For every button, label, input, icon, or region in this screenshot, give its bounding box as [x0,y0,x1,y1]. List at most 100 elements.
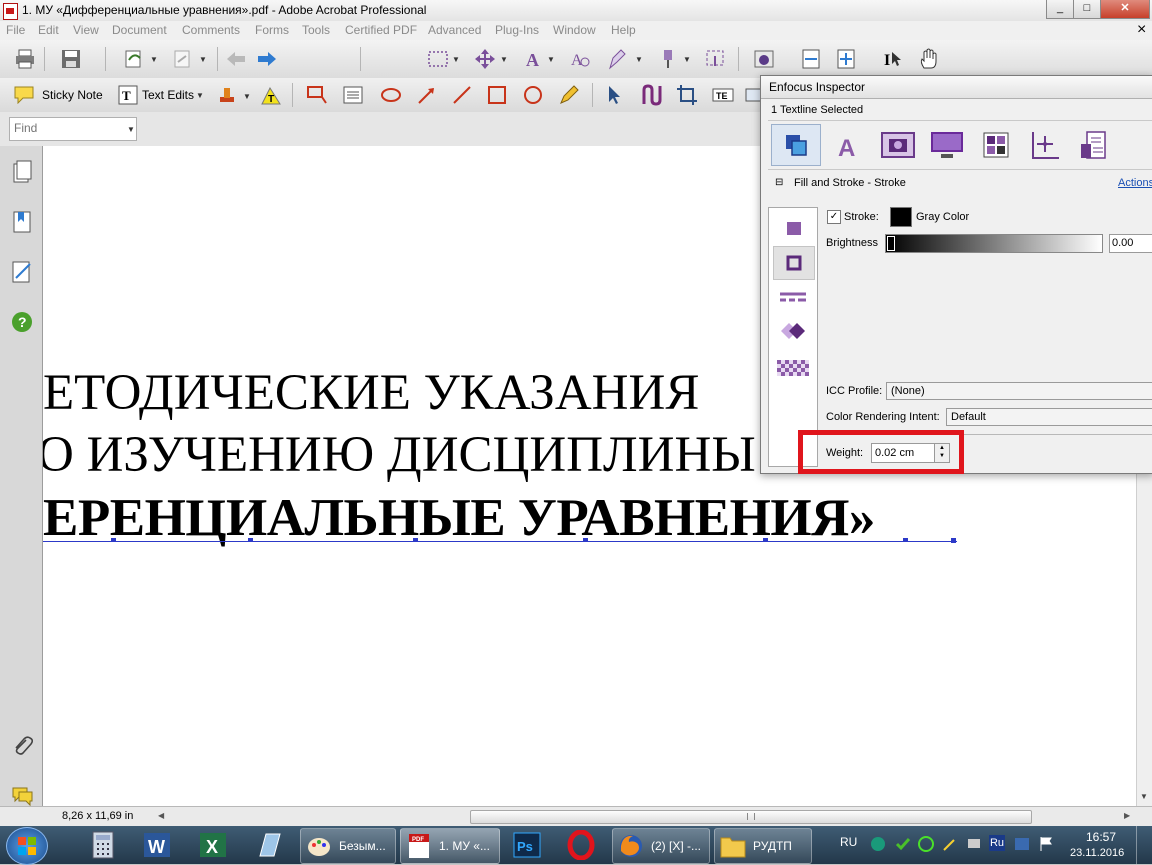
chevron-down-icon[interactable]: ▼ [199,55,207,64]
route-tool-icon[interactable] [640,84,662,106]
taskbar-paint-button[interactable]: Безым... [300,828,396,864]
marquee-zoom-icon[interactable] [427,48,449,70]
menu-advanced[interactable]: Advanced [428,23,481,37]
menu-certified-pdf[interactable]: Certified PDF [345,23,417,37]
help-icon[interactable]: ? [11,310,33,334]
dash-mode-icon[interactable] [779,290,807,304]
stamp-icon[interactable] [216,84,238,106]
tray-keyboard-layout[interactable]: Ru [989,835,1005,851]
menu-plug-ins[interactable]: Plug-Ins [495,23,539,37]
print-icon[interactable] [14,48,36,70]
pencil-tool-icon[interactable] [558,84,580,106]
chevron-down-icon[interactable]: ▼ [683,55,691,64]
crop-icon[interactable] [676,84,698,106]
signatures-icon[interactable] [11,260,33,284]
push-pin-icon[interactable] [657,48,679,70]
document-tab-icon[interactable] [1079,130,1109,162]
menu-tools[interactable]: Tools [302,23,330,37]
excel-icon[interactable]: X [198,830,228,860]
collapse-icon[interactable]: ⊟ [775,177,783,188]
find-input[interactable] [12,119,120,137]
tray-devices-icon[interactable] [966,836,982,852]
text-style-icon[interactable]: A [569,48,591,70]
text-edits-button[interactable]: T Text Edits ▼ [116,84,208,106]
previous-page-icon[interactable] [225,48,247,70]
tray-at-icon[interactable] [918,836,934,852]
arrow-tool-icon[interactable] [416,84,438,106]
text-field-icon[interactable]: TE [712,84,734,106]
taskbar-folder-button[interactable]: РУДТП [714,828,812,864]
chevron-down-icon[interactable]: ▼ [452,55,460,64]
line-tool-icon[interactable] [451,84,473,106]
text-attributes-icon[interactable]: A [834,132,862,160]
tab-fill-stroke[interactable] [771,124,821,166]
tray-app-icon[interactable] [870,836,886,852]
menu-view[interactable]: View [73,23,99,37]
output-tab-icon[interactable] [929,130,965,160]
chevron-down-icon[interactable]: ▼ [635,55,643,64]
crop-tool-icon[interactable] [704,48,726,70]
fit-width-icon[interactable] [800,48,822,70]
chevron-down-icon[interactable]: ▼ [500,55,508,64]
hand-tool-icon[interactable] [918,48,940,70]
prepress-tab-icon[interactable] [983,132,1009,158]
calculator-icon[interactable] [88,830,118,860]
taskbar-acrobat-button[interactable]: PDF 1. МУ «... [400,828,500,864]
chevron-down-icon[interactable]: ▼ [243,92,251,101]
rectangle-tool-icon[interactable] [486,84,508,106]
icc-profile-select[interactable]: (None) [886,382,1152,400]
object-select-icon[interactable] [604,84,626,106]
pages-icon[interactable] [11,160,33,184]
chevron-down-icon[interactable]: ▼ [150,55,158,64]
preview-icon[interactable] [753,48,775,70]
maximize-button[interactable]: □ [1073,0,1101,19]
doc-close-button[interactable]: × [1137,21,1146,39]
select-text-icon[interactable]: I [882,48,904,70]
text-box-icon[interactable] [342,84,364,106]
transparency-mode-icon[interactable] [777,360,809,376]
word-icon[interactable]: W [142,830,172,860]
scroll-right-arrow-icon[interactable]: ▶ [1124,811,1130,820]
callout-icon[interactable] [306,84,328,106]
save-icon[interactable] [60,48,82,70]
menu-help[interactable]: Help [611,23,636,37]
comments-icon[interactable] [11,784,33,808]
clock-time[interactable]: 16:57 [1086,830,1116,844]
notes-icon[interactable] [254,830,284,860]
bookmarks-icon[interactable] [11,210,33,234]
action-center-flag-icon[interactable] [1038,836,1054,852]
stroke-checkbox[interactable]: ✓ [827,210,841,224]
tray-wand-icon[interactable] [942,836,958,852]
share-icon[interactable] [123,48,145,70]
selection-handle[interactable] [951,538,956,543]
find-box[interactable]: ▼ [9,117,137,141]
menu-edit[interactable]: Edit [38,23,59,37]
scroll-left-arrow-icon[interactable]: ◀ [158,811,164,820]
next-page-icon[interactable] [256,48,278,70]
brightness-slider[interactable] [885,234,1103,253]
chevron-down-icon[interactable]: ▼ [127,125,135,134]
chevron-down-icon[interactable]: ▼ [547,55,555,64]
menu-comments[interactable]: Comments [182,23,240,37]
rendering-intent-select[interactable]: Default [946,408,1152,426]
sign-icon[interactable] [172,48,194,70]
menu-forms[interactable]: Forms [255,23,289,37]
close-button[interactable]: ✕ [1100,0,1150,19]
overprint-mode-icon[interactable] [779,320,807,342]
attachments-icon[interactable] [11,734,33,758]
start-button[interactable] [6,827,48,865]
tray-update-icon[interactable] [1014,836,1030,852]
stroke-color-swatch[interactable] [890,207,912,227]
horizontal-scroll-thumb[interactable] [470,810,1032,824]
stroke-mode-item[interactable] [773,246,815,280]
highlight-icon[interactable]: T [260,84,282,106]
sticky-note-button[interactable]: Sticky Note [12,84,107,106]
move-object-icon[interactable] [474,48,496,70]
inspector-title-bar[interactable]: Enfocus Inspector [761,76,1152,99]
show-desktop-button[interactable] [1136,826,1152,864]
scroll-down-arrow-icon[interactable]: ▼ [1140,792,1148,801]
tray-check-icon[interactable] [895,836,911,852]
taskbar-firefox-button[interactable]: (2) [X] -... [612,828,710,864]
minimize-button[interactable]: _ [1046,0,1074,19]
opera-icon[interactable] [566,830,596,860]
